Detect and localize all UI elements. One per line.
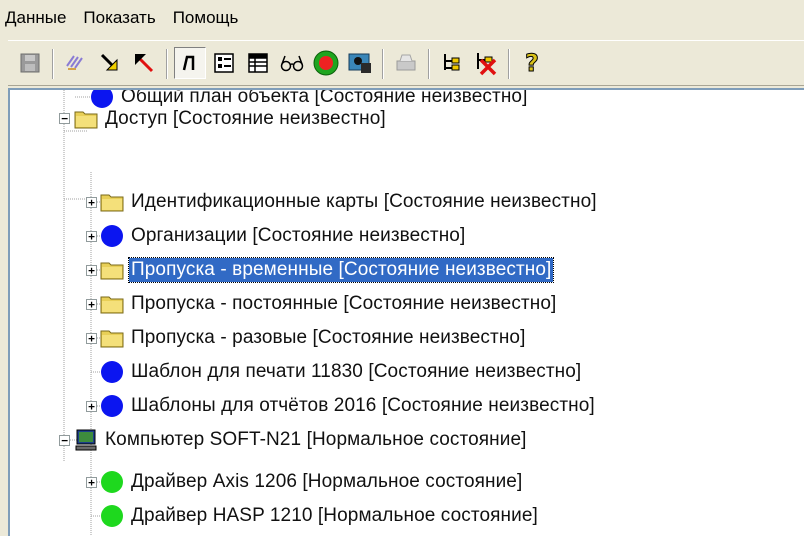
table-icon [248, 53, 268, 73]
blue-circle-icon [101, 361, 123, 383]
tree-item[interactable]: Шаблоны для отчётов 2016 [Состояние неиз… [100, 389, 597, 423]
arrow-down-right-button[interactable] [94, 47, 126, 79]
connect-icon [444, 54, 460, 71]
green-circle-icon [101, 505, 123, 527]
collapse-toggle[interactable]: − [59, 113, 70, 124]
delete-icon [477, 53, 497, 76]
save-button[interactable] [14, 47, 46, 79]
menu-view[interactable]: Показать [75, 8, 164, 28]
arrow-down-right-icon [100, 53, 118, 71]
tree-item-label: Пропуска - разовые [Состояние неизвестно… [131, 327, 526, 348]
filter-button[interactable] [60, 47, 92, 79]
expand-toggle[interactable]: + [86, 231, 97, 242]
folder-icon [74, 111, 98, 129]
menu-help[interactable]: Помощь [165, 8, 248, 28]
menu-data[interactable]: Данные [0, 8, 75, 28]
delete-button[interactable] [470, 47, 502, 79]
table-button[interactable] [242, 47, 274, 79]
tree-item[interactable]: Драйвер Axis 1206 [Нормальное состояние] [100, 465, 524, 499]
arrow-up-left-button[interactable] [128, 47, 160, 79]
tree-item-label: Шаблон для печати 11830 [Состояние неизв… [131, 361, 582, 382]
tree-item-label: Драйвер HASP 1210 [Нормальное состояние] [131, 505, 538, 526]
connect-button[interactable] [436, 47, 468, 79]
tree-item-label: Пропуска - постоянные [Состояние неизвес… [131, 293, 557, 314]
green-circle-icon [101, 471, 123, 493]
toolbar-separator [52, 49, 54, 79]
expand-toggle[interactable]: + [86, 197, 97, 208]
tree-item-label: Шаблоны для отчётов 2016 [Состояние неиз… [131, 395, 595, 416]
help-button[interactable]: ? [516, 47, 548, 79]
print-button[interactable] [390, 47, 422, 79]
tree-item[interactable]: Организации [Состояние неизвестно] [100, 219, 467, 253]
collapse-toggle[interactable]: − [59, 435, 70, 446]
expand-toggle[interactable]: + [86, 265, 97, 276]
tree-item-label: Доступ [Состояние неизвестно] [105, 108, 386, 129]
tree-item-label: Компьютер SOFT-N21 [Нормальное состояние… [105, 429, 527, 450]
glasses-icon [280, 55, 304, 72]
tree-item-label: Организации [Состояние неизвестно] [131, 225, 466, 246]
blue-circle-icon [101, 225, 123, 247]
toolbar-separator [428, 49, 430, 79]
tree-item[interactable]: Идентификационные карты [Состояние неизв… [100, 185, 599, 219]
toolbar: ? [8, 40, 804, 86]
arrow-up-left-icon [135, 54, 154, 73]
list-mode-button[interactable] [174, 47, 206, 79]
tree-item[interactable]: Пропуска - разовые [Состояние неизвестно… [100, 321, 527, 355]
object-tree[interactable]: Общий план объекта [Состояние неизвестно… [8, 88, 804, 536]
t4n-button[interactable] [310, 47, 342, 79]
tree-item[interactable]: Шаблон для печати 11830 [Состояние неизв… [100, 355, 583, 389]
toolbar-separator [382, 49, 384, 79]
folder-icon [100, 194, 124, 212]
tree-item-label: Идентификационные карты [Состояние неизв… [131, 191, 597, 212]
folder-icon [100, 296, 124, 314]
tree-item[interactable]: Доступ [Состояние неизвестно] [74, 102, 388, 136]
card-user-button[interactable] [344, 47, 376, 79]
tree-item[interactable]: Драйвер HASP 1210 [Нормальное состояние] [100, 499, 540, 533]
properties-button[interactable] [208, 47, 240, 79]
computer-icon [75, 429, 97, 451]
expand-toggle[interactable]: + [86, 299, 97, 310]
menu-bar: Данные Показать Помощь [0, 0, 804, 36]
toolbar-separator [166, 49, 168, 79]
toolbar-separator [508, 49, 510, 79]
folder-icon [100, 330, 124, 348]
list-mode-icon [182, 55, 195, 71]
expand-toggle[interactable]: + [86, 333, 97, 344]
tree-item-label: Драйвер Axis 1206 [Нормальное состояние] [131, 471, 523, 492]
tree-item-selected[interactable]: Пропуска - временные [Состояние неизвест… [100, 253, 555, 287]
help-icon: ? [525, 49, 540, 78]
properties-icon [214, 53, 234, 73]
print-icon [396, 54, 416, 71]
expand-toggle[interactable]: + [86, 477, 97, 488]
save-icon [20, 53, 40, 73]
tree-item[interactable]: Компьютер SOFT-N21 [Нормальное состояние… [74, 423, 529, 457]
tree-item[interactable]: Пропуска - постоянные [Состояние неизвес… [100, 287, 558, 321]
tree-item-label: Пропуска - временные [Состояние неизвест… [127, 257, 555, 283]
card-user-icon [348, 53, 371, 73]
blue-circle-icon [101, 395, 123, 417]
folder-icon [100, 262, 124, 280]
t4n-icon [313, 50, 339, 76]
expand-toggle[interactable]: + [86, 401, 97, 412]
filter-icon [66, 55, 83, 70]
glasses-button[interactable] [276, 47, 308, 79]
